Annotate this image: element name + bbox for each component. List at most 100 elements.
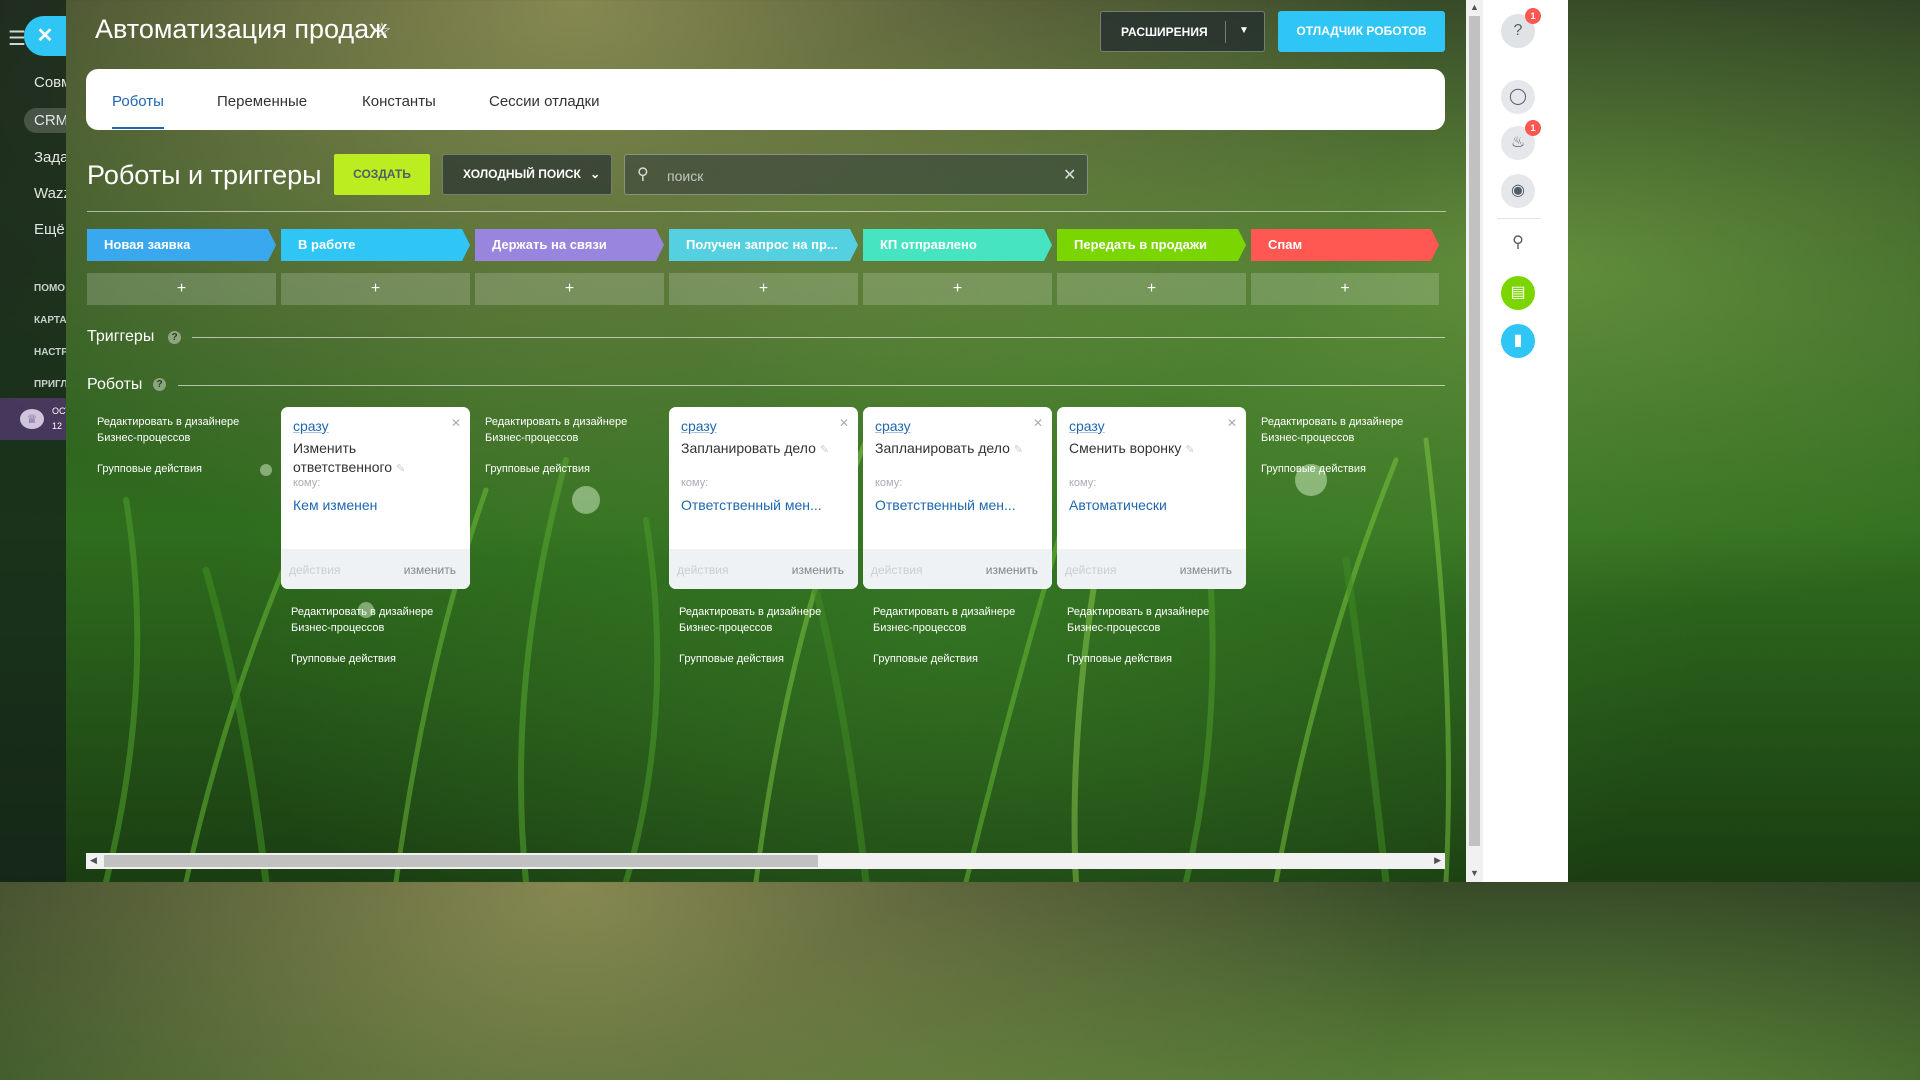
close-icon[interactable]: ✕ — [1033, 416, 1043, 430]
robot-card[interactable]: ✕ сразу Сменить воронку ✎ кому: Автоматич… — [1057, 407, 1246, 589]
robot-actions-link[interactable]: действия — [871, 563, 922, 577]
edit-in-designer-link[interactable]: Редактировать в дизайнере Бизнес-процесс… — [1261, 414, 1421, 446]
nav-small-4[interactable]: ПРИГЛ — [34, 379, 66, 390]
robot-change-link[interactable]: изменить — [792, 563, 844, 577]
add-trigger-button[interactable]: + — [863, 273, 1052, 305]
tab-debug-sessions[interactable]: Сессии отладки — [489, 93, 599, 110]
help-icon[interactable]: ? — [168, 331, 181, 344]
close-icon[interactable]: ✕ — [1227, 416, 1237, 430]
add-trigger-button[interactable]: + — [475, 273, 664, 305]
robot-actions-link[interactable]: действия — [289, 563, 340, 577]
nav-item-more[interactable]: Ещё — [34, 221, 66, 238]
nav-small-2[interactable]: КАРТА — [34, 315, 66, 326]
add-trigger-button[interactable]: + — [669, 273, 858, 305]
chat-button[interactable]: ◯ — [1501, 80, 1535, 114]
edit-in-designer-link[interactable]: Редактировать в дизайнере Бизнес-процесс… — [97, 414, 257, 446]
robot-recipient-value[interactable]: Кем изменен — [293, 497, 377, 513]
scroll-thumb[interactable] — [1469, 16, 1480, 846]
extensions-button[interactable]: РАСШИРЕНИЯ ▼ — [1100, 11, 1265, 52]
nav-item-1[interactable]: Совм — [34, 74, 66, 91]
robot-title[interactable]: Запланировать дело ✎ — [875, 439, 1035, 460]
nav-item-crm[interactable]: CRM — [24, 108, 66, 133]
close-icon[interactable]: ✕ — [839, 416, 849, 430]
pencil-icon[interactable]: ✎ — [396, 463, 405, 475]
vertical-scrollbar[interactable]: ▲ ▼ — [1466, 0, 1483, 882]
search-button[interactable]: ⚲ — [1501, 226, 1535, 260]
robot-recipient-value[interactable]: Автоматически — [1069, 497, 1167, 513]
robot-card[interactable]: ✕ сразу Запланировать дело ✎ кому: Ответс… — [863, 407, 1052, 589]
group-actions-link[interactable]: Групповые действия — [1261, 461, 1421, 477]
group-actions-link[interactable]: Групповые действия — [291, 651, 451, 667]
nav-item-4[interactable]: Wazz — [34, 185, 66, 202]
pipeline-select[interactable]: ХОЛОДНЫЙ ПОИСК ⌄ — [442, 154, 612, 195]
stage-0[interactable]: Новая заявка — [87, 229, 276, 261]
search-input[interactable] — [665, 163, 1049, 189]
messages-button[interactable]: ◉ — [1501, 174, 1535, 208]
robot-delay[interactable]: сразу — [293, 418, 329, 434]
robot-card[interactable]: ✕ сразу Запланировать дело ✎ кому: Ответс… — [669, 407, 858, 589]
robot-recipient-value[interactable]: Ответственный мен... — [875, 497, 1016, 513]
robot-title[interactable]: Сменить воронку ✎ — [1069, 439, 1229, 460]
edit-in-designer-link[interactable]: Редактировать в дизайнере Бизнес-процесс… — [1067, 604, 1227, 636]
star-icon[interactable]: ☆ — [372, 18, 392, 44]
group-actions-link[interactable]: Групповые действия — [485, 461, 645, 477]
group-actions-link[interactable]: Групповые действия — [97, 461, 257, 477]
notifications-button[interactable]: ♨ 1 — [1501, 120, 1541, 160]
add-trigger-button[interactable]: + — [1251, 273, 1439, 305]
add-trigger-button[interactable]: + — [1057, 273, 1246, 305]
help-button[interactable]: ? 1 — [1501, 8, 1541, 48]
robot-actions-link[interactable]: действия — [677, 563, 728, 577]
clear-icon[interactable]: ✕ — [1063, 165, 1076, 185]
stage-6[interactable]: Спам — [1251, 229, 1439, 261]
robot-change-link[interactable]: изменить — [986, 563, 1038, 577]
stage-2[interactable]: Держать на связи — [475, 229, 664, 261]
tab-robots[interactable]: Роботы — [112, 93, 164, 129]
tab-variables[interactable]: Переменные — [217, 93, 307, 110]
close-slider-button[interactable]: ✕ — [24, 16, 66, 56]
robot-recipient-value[interactable]: Ответственный мен... — [681, 497, 822, 513]
robot-title[interactable]: Изменить ответственного ✎ — [293, 439, 453, 479]
pencil-icon[interactable]: ✎ — [1185, 444, 1194, 456]
group-actions-link[interactable]: Групповые действия — [679, 651, 839, 667]
close-icon[interactable]: ✕ — [451, 416, 461, 430]
robot-change-link[interactable]: изменить — [404, 563, 456, 577]
add-trigger-button[interactable]: + — [87, 273, 276, 305]
stage-5[interactable]: Передать в продажи — [1057, 229, 1246, 261]
notes-button[interactable]: ▤ — [1501, 276, 1535, 310]
create-button[interactable]: СОЗДАТЬ — [334, 154, 430, 195]
nav-small-3[interactable]: НАСТР — [34, 347, 66, 358]
edit-in-designer-link[interactable]: Редактировать в дизайнере Бизнес-процесс… — [291, 604, 451, 636]
pencil-icon[interactable]: ✎ — [1014, 444, 1023, 456]
chevron-down-icon[interactable]: ▼ — [1239, 25, 1249, 36]
robot-debugger-button[interactable]: ОТЛАДЧИК РОБОТОВ — [1278, 11, 1445, 52]
horizontal-scrollbar[interactable]: ◀ ▶ — [86, 853, 1445, 869]
help-icon[interactable]: ? — [153, 378, 166, 391]
stage-1[interactable]: В работе — [281, 229, 470, 261]
pencil-icon[interactable]: ✎ — [820, 444, 829, 456]
tab-constants[interactable]: Константы — [362, 93, 436, 110]
scroll-up-icon[interactable]: ▲ — [1470, 2, 1479, 12]
add-trigger-button[interactable]: + — [281, 273, 470, 305]
robot-change-link[interactable]: изменить — [1180, 563, 1232, 577]
robot-title[interactable]: Запланировать дело ✎ — [681, 439, 841, 460]
nav-small-1[interactable]: ПОМО — [34, 283, 66, 294]
nav-item-3[interactable]: Зада — [34, 149, 66, 166]
scroll-right-icon[interactable]: ▶ — [1434, 855, 1441, 866]
scroll-down-icon[interactable]: ▼ — [1470, 868, 1479, 878]
edit-in-designer-link[interactable]: Редактировать в дизайнере Бизнес-процесс… — [485, 414, 645, 446]
promo-block[interactable]: ♕ ОСТ 12 — [0, 398, 66, 440]
scroll-thumb[interactable] — [104, 855, 818, 867]
edit-in-designer-link[interactable]: Редактировать в дизайнере Бизнес-процесс… — [679, 604, 839, 636]
stage-3[interactable]: Получен запрос на пр... — [669, 229, 858, 261]
robot-delay[interactable]: сразу — [875, 418, 911, 434]
bookmark-button[interactable]: ▮ — [1501, 324, 1535, 358]
edit-in-designer-link[interactable]: Редактировать в дизайнере Бизнес-процесс… — [873, 604, 1033, 636]
robot-actions-link[interactable]: действия — [1065, 563, 1116, 577]
robot-delay[interactable]: сразу — [1069, 418, 1105, 434]
group-actions-link[interactable]: Групповые действия — [873, 651, 1033, 667]
robot-card[interactable]: ✕ сразу Изменить ответственного ✎ кому: К… — [281, 407, 470, 589]
scroll-left-icon[interactable]: ◀ — [90, 855, 97, 866]
robot-delay[interactable]: сразу — [681, 418, 717, 434]
group-actions-link[interactable]: Групповые действия — [1067, 651, 1227, 667]
stage-4[interactable]: КП отправлено — [863, 229, 1052, 261]
